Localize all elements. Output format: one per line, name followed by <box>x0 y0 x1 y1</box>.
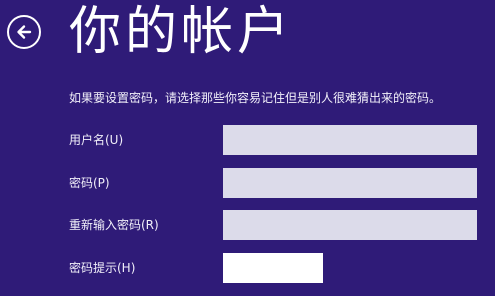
instruction-text: 如果要设置密码，请选择那些你容易记住但是别人很难猜出来的密码。 <box>69 91 442 105</box>
page-title: 你的帐户 <box>69 2 294 62</box>
password-row: 密码(P) <box>69 168 479 198</box>
password-hint-label: 密码提示(H) <box>69 261 136 275</box>
reenter-password-row: 重新输入密码(R) <box>69 210 479 240</box>
password-hint-row: 密码提示(H) <box>69 253 479 283</box>
password-input[interactable] <box>223 168 477 198</box>
back-button[interactable] <box>7 15 41 49</box>
username-label: 用户名(U) <box>69 133 124 147</box>
reenter-password-label: 重新输入密码(R) <box>69 218 159 232</box>
reenter-password-input[interactable] <box>223 210 477 240</box>
account-page: 你的帐户 如果要设置密码，请选择那些你容易记住但是别人很难猜出来的密码。 用户名… <box>0 0 495 296</box>
username-row: 用户名(U) <box>69 125 479 155</box>
password-label: 密码(P) <box>69 176 110 190</box>
password-hint-input[interactable] <box>223 253 323 283</box>
back-arrow-icon <box>17 25 32 39</box>
username-input[interactable] <box>223 125 477 155</box>
